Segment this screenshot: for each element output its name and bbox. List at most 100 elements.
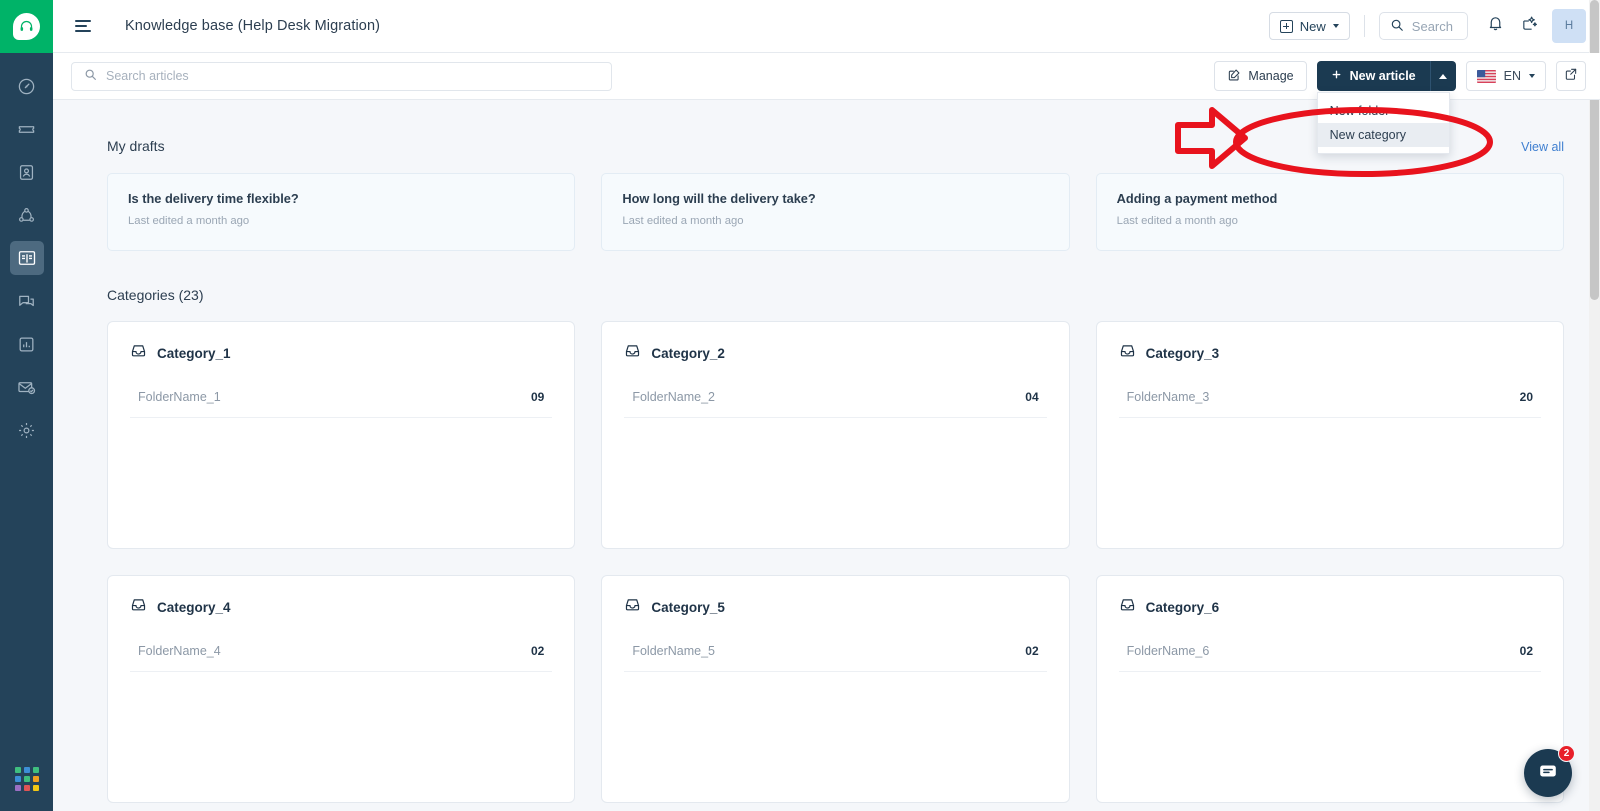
category-name: Category_1 (157, 346, 231, 361)
scrollbar-thumb[interactable] (1590, 0, 1599, 300)
main-area: Knowledge base (Help Desk Migration) New… (53, 0, 1600, 811)
app-launcher-grid-icon[interactable] (15, 767, 39, 791)
toolbar-actions: Manage New article New folder New catego… (1214, 61, 1586, 91)
folder-article-count: 04 (1025, 390, 1038, 404)
category-header: Category_1 (130, 342, 552, 364)
category-card[interactable]: Category_5 FolderName_502 (601, 575, 1069, 803)
language-code: EN (1504, 69, 1521, 83)
chat-widget-button[interactable]: 2 (1524, 749, 1572, 797)
folder-name: FolderName_6 (1127, 644, 1210, 658)
new-article-button[interactable]: New article (1317, 61, 1430, 91)
sidebar-item-tickets[interactable] (10, 112, 44, 146)
folder-row[interactable]: FolderName_109 (130, 390, 552, 418)
new-article-label: New article (1350, 69, 1416, 83)
drafts-title: My drafts (107, 138, 165, 154)
category-name: Category_2 (651, 346, 725, 361)
notifications-button[interactable] (1478, 9, 1512, 43)
menu-item-new-folder[interactable]: New folder (1318, 99, 1449, 123)
gear-icon (17, 421, 36, 440)
search-articles-field[interactable] (71, 62, 612, 91)
sidebar-item-automations[interactable] (10, 198, 44, 232)
content-inner: My drafts View all Is the delivery time … (53, 100, 1600, 803)
chevron-up-icon (1439, 74, 1447, 79)
rail-item-list (0, 69, 53, 456)
folder-name: FolderName_5 (632, 644, 715, 658)
page-title: Knowledge base (Help Desk Migration) (125, 18, 380, 34)
new-article-dropdown-toggle[interactable] (1430, 61, 1456, 91)
sidebar-item-knowledge-base[interactable] (10, 241, 44, 275)
mail-check-icon (17, 378, 36, 397)
search-input[interactable] (106, 69, 599, 83)
app-grid-cell-4 (15, 776, 21, 782)
draft-meta: Last edited a month ago (622, 215, 1048, 227)
category-header: Category_4 (130, 596, 552, 618)
category-card[interactable]: Category_4 FolderName_402 (107, 575, 575, 803)
sidebar-item-chat[interactable] (10, 284, 44, 318)
app-grid-cell-6 (33, 776, 39, 782)
new-button-label: New (1300, 19, 1326, 34)
plus-icon (1331, 69, 1342, 83)
ticket-icon (17, 120, 36, 139)
category-name: Category_6 (1146, 600, 1220, 615)
chat-unread-badge: 2 (1558, 745, 1575, 762)
folder-article-count: 09 (531, 390, 544, 404)
sidebar-item-email[interactable] (10, 370, 44, 404)
category-header: Category_2 (624, 342, 1046, 364)
category-header: Category_5 (624, 596, 1046, 618)
folder-article-count: 02 (1520, 644, 1533, 658)
category-name: Category_3 (1146, 346, 1220, 361)
sidebar-item-reports[interactable] (10, 327, 44, 361)
menu-item-new-category[interactable]: New category (1318, 123, 1449, 147)
folder-row[interactable]: FolderName_502 (624, 644, 1046, 672)
knowledge-base-toolbar: Manage New article New folder New catego… (53, 53, 1600, 100)
avatar[interactable]: H (1552, 9, 1586, 43)
app-logo[interactable] (0, 0, 53, 53)
automation-icon (17, 206, 36, 225)
chevron-down-icon (1529, 74, 1535, 78)
plus-box-icon (1280, 20, 1293, 33)
global-search-button[interactable]: Search (1379, 12, 1468, 40)
draft-card[interactable]: How long will the delivery take? Last edi… (601, 173, 1069, 251)
draft-card[interactable]: Adding a payment methodLast edited a mon… (1096, 173, 1564, 251)
left-navigation-rail (0, 0, 53, 811)
category-card[interactable]: Category_2 FolderName_2 04 (601, 321, 1069, 549)
draft-title: Is the delivery time flexible? (128, 191, 554, 206)
draft-meta: Last edited a month ago (128, 215, 554, 227)
language-selector[interactable]: EN (1466, 61, 1546, 91)
manage-button[interactable]: Manage (1214, 61, 1306, 91)
ai-assistant-button[interactable] (1512, 9, 1546, 43)
new-button[interactable]: New (1269, 12, 1350, 40)
sidebar-item-settings[interactable] (10, 413, 44, 447)
category-card[interactable]: Category_1 FolderName_109 (107, 321, 575, 549)
folder-article-count: 02 (531, 644, 544, 658)
app-grid-cell-5 (24, 776, 30, 782)
sidebar-item-contacts[interactable] (10, 155, 44, 189)
open-portal-button[interactable] (1556, 61, 1586, 91)
app-grid-cell-3 (33, 767, 39, 773)
category-card[interactable]: Category_3 FolderName_320 (1096, 321, 1564, 549)
top-bar: Knowledge base (Help Desk Migration) New… (53, 0, 1600, 53)
new-article-dropdown-menu: New folder New category (1317, 92, 1450, 154)
inbox-tray-icon (1119, 342, 1136, 364)
folder-row[interactable]: FolderName_2 04 (624, 390, 1046, 418)
drafts-view-all-link[interactable]: View all (1521, 140, 1564, 154)
folder-row[interactable]: FolderName_402 (130, 644, 552, 672)
contacts-icon (17, 163, 36, 182)
folder-row[interactable]: FolderName_320 (1119, 390, 1541, 418)
page-scrollbar[interactable] (1589, 0, 1600, 811)
edit-square-icon (1227, 68, 1241, 85)
chat-bubble-icon (1537, 760, 1559, 787)
global-search-label: Search (1412, 19, 1453, 34)
folder-row[interactable]: FolderName_6 02 (1119, 644, 1541, 672)
draft-card[interactable]: Is the delivery time flexible? Last edite… (107, 173, 575, 251)
category-card[interactable]: Category_6 FolderName_6 02 (1096, 575, 1564, 803)
sidebar-item-dashboard[interactable] (10, 69, 44, 103)
folder-name: FolderName_2 (632, 390, 715, 404)
book-icon (17, 248, 37, 268)
categories-grid: Category_1 FolderName_109 Category_2 Folder… (107, 321, 1564, 803)
reports-icon (17, 335, 36, 354)
hamburger-icon[interactable] (75, 15, 97, 37)
inbox-tray-icon (624, 596, 641, 618)
draft-title: Adding a payment method (1117, 191, 1543, 206)
draft-title: How long will the delivery take? (622, 191, 1048, 206)
